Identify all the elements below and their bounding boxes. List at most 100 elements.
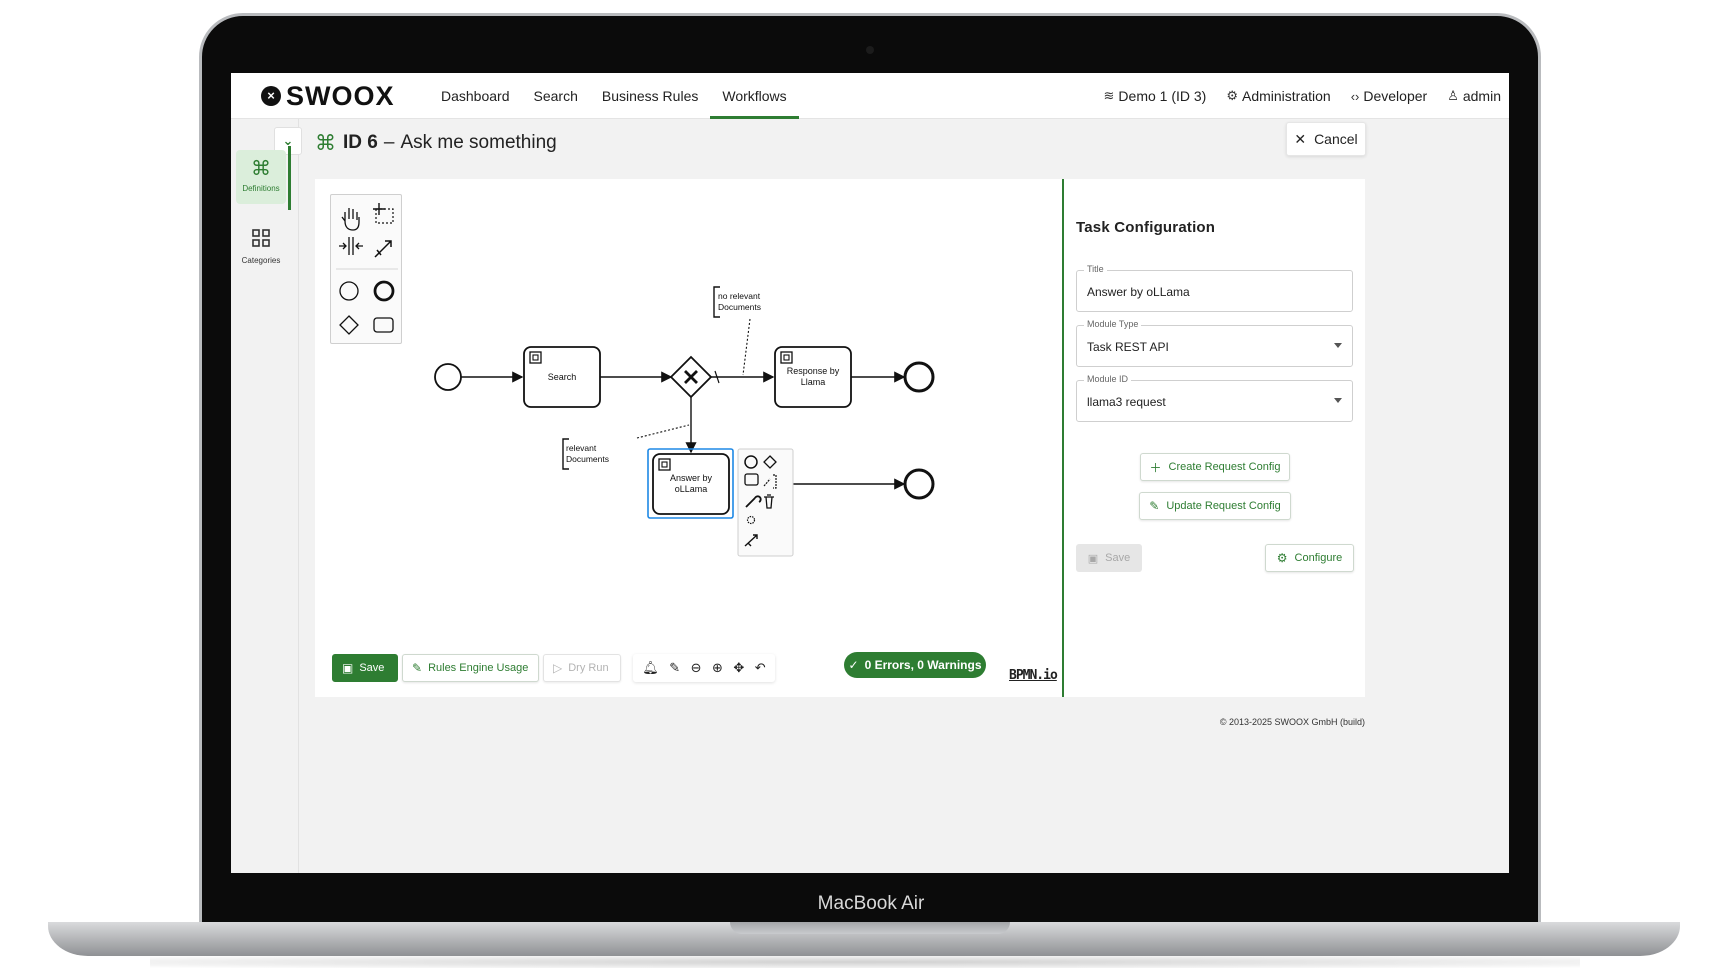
dry-run-label: Dry Run [568, 662, 609, 674]
global-connect-tool-icon[interactable] [374, 240, 392, 258]
page-title: ⌘ ID 6 – Ask me something [315, 129, 557, 157]
canvas-actions: 🔔︎ ✎ ⊖ ⊕ ✥ ↶ [633, 654, 775, 682]
module-id-select[interactable]: Module ID llama3 request [1076, 374, 1353, 422]
bpmn-canvas[interactable]: Search Response by Llama no relevant Doc… [315, 179, 1063, 697]
task-search[interactable]: Search [523, 346, 601, 408]
end-event[interactable] [903, 468, 935, 500]
gear-icon: ⚙ [1276, 551, 1288, 565]
field-label: Module ID [1084, 374, 1132, 384]
field-label: Module Type [1084, 319, 1142, 329]
rules-label: Rules Engine Usage [428, 662, 529, 674]
update-request-config-button[interactable]: ✎ Update Request Config [1139, 492, 1291, 520]
end-event[interactable] [903, 361, 935, 393]
nav-developer[interactable]: ‹› Developer [1351, 88, 1428, 104]
annotation-no-relevant-documents[interactable]: no relevant Documents [713, 286, 761, 318]
floppy-disk-icon: ▣ [342, 661, 354, 675]
exclusive-gateway[interactable] [669, 355, 713, 399]
zoom-out-icon[interactable]: ⊖ [691, 660, 702, 676]
tenant-switcher[interactable]: ≋ Demo 1 (ID 3) [1104, 88, 1207, 104]
bpmn-diagram[interactable]: Search Response by Llama no relevant Doc… [315, 179, 1063, 697]
workflow-id: ID 6 [343, 132, 378, 153]
create-gateway-icon[interactable] [339, 315, 359, 335]
nav-dashboard[interactable]: Dashboard [429, 73, 522, 119]
tenant-label: Demo 1 (ID 3) [1118, 88, 1207, 104]
nav-workflows[interactable]: Workflows [710, 73, 799, 119]
task-label: Response by [787, 366, 840, 376]
cancel-button[interactable]: ✕ Cancel [1286, 122, 1366, 156]
user-label: admin [1462, 88, 1501, 104]
update-label: Update Request Config [1166, 500, 1281, 512]
save-config-label: Save [1105, 552, 1131, 564]
logo-text: SWOOX [286, 81, 395, 111]
create-label: Create Request Config [1168, 461, 1281, 473]
task-label: Llama [801, 377, 826, 387]
task-response-by-llama[interactable]: Response by Llama [774, 346, 852, 408]
laptop-shadow [150, 956, 1580, 968]
command-icon: ⌘ [251, 158, 271, 180]
play-circle-icon: ▷ [553, 661, 563, 675]
save-workflow-button[interactable]: ▣ Save [332, 654, 398, 682]
dry-run-button[interactable]: ▷ Dry Run [543, 654, 621, 682]
start-event[interactable] [434, 363, 462, 391]
bell-icon[interactable]: 🔔︎ [642, 660, 659, 676]
cancel-label: Cancel [1314, 131, 1358, 147]
zoom-in-icon[interactable]: ⊕ [712, 660, 723, 676]
user-menu[interactable]: ♙ admin [1447, 88, 1501, 104]
field-value: Task REST API [1087, 340, 1169, 354]
sidebar-item-categories[interactable]: Categories [236, 219, 286, 273]
annotation-relevant-documents[interactable]: relevant Documents [562, 438, 609, 470]
module-type-select[interactable]: Module Type Task REST API [1076, 319, 1353, 367]
command-icon: ⌘ [315, 131, 336, 155]
field-label: Title [1084, 264, 1107, 274]
title-field[interactable]: Title Answer by oLLama [1076, 264, 1353, 312]
lasso-tool-icon[interactable] [373, 203, 394, 224]
user-icon: ♙ [1447, 88, 1459, 103]
fit-view-icon[interactable]: ✥ [733, 660, 744, 676]
edit-icon[interactable]: ✎ [669, 660, 680, 676]
nav-search[interactable]: Search [522, 73, 590, 119]
caret-down-icon [1334, 343, 1342, 348]
swoox-logo[interactable]: × SWOOX [261, 82, 395, 110]
logo-mark-icon: × [261, 86, 281, 106]
task-label: Answer by [670, 473, 713, 483]
grid-icon [236, 223, 286, 256]
device-label: MacBook Air [817, 893, 925, 914]
context-pad [737, 448, 794, 557]
configure-button[interactable]: ⚙ Configure [1265, 544, 1354, 572]
annotation-text: relevant [566, 443, 597, 453]
configure-label: Configure [1294, 552, 1343, 564]
create-end-event-icon[interactable] [373, 280, 395, 302]
app-screen: × SWOOX Dashboard Search Business Rules … [231, 73, 1509, 873]
rules-engine-usage-button[interactable]: ✎ Rules Engine Usage [402, 654, 539, 682]
undo-icon[interactable]: ↶ [755, 660, 766, 676]
title-separator: – [383, 132, 395, 153]
task-answer-by-ollama[interactable]: Answer by oLLama [652, 453, 730, 515]
tool-palette [330, 194, 402, 344]
floppy-disk-icon: ▣ [1087, 552, 1099, 565]
nav-business-rules[interactable]: Business Rules [590, 73, 711, 119]
close-icon: ✕ [1294, 130, 1307, 147]
save-config-button[interactable]: ▣ Save [1076, 544, 1142, 572]
create-request-config-button[interactable]: ＋ Create Request Config [1140, 453, 1290, 481]
hand-tool-icon[interactable] [341, 208, 360, 231]
annotation-text: Documents [566, 454, 609, 464]
sidebar-active-indicator [288, 146, 291, 210]
administration-label: Administration [1242, 88, 1331, 104]
create-start-event-icon[interactable] [339, 281, 359, 301]
create-task-icon[interactable] [373, 317, 394, 333]
task-label: oLLama [675, 484, 708, 494]
bpmn-io-logo[interactable]: BPMN.io [1009, 668, 1058, 683]
space-tool-icon[interactable] [339, 237, 363, 255]
nav-right: ≋ Demo 1 (ID 3) ⚙ Administration ‹› Deve… [1084, 73, 1501, 119]
annotation-text: Documents [718, 302, 761, 312]
layers-icon: ≋ [1103, 88, 1115, 103]
task-label: Search [548, 372, 577, 382]
gear-icon: ⚙ [1226, 88, 1238, 103]
copyright-footer: © 2013-2025 SWOOX GmbH (build) [1219, 717, 1365, 727]
nav-administration[interactable]: ⚙ Administration [1226, 88, 1330, 104]
code-icon: ‹› [1350, 88, 1360, 104]
validation-status-badge[interactable]: ✓ 0 Errors, 0 Warnings [844, 652, 986, 678]
plus-icon: ＋ [1149, 460, 1162, 475]
sidebar-item-definitions[interactable]: ⌘ Definitions [236, 150, 286, 204]
check-icon: ✓ [848, 658, 859, 672]
